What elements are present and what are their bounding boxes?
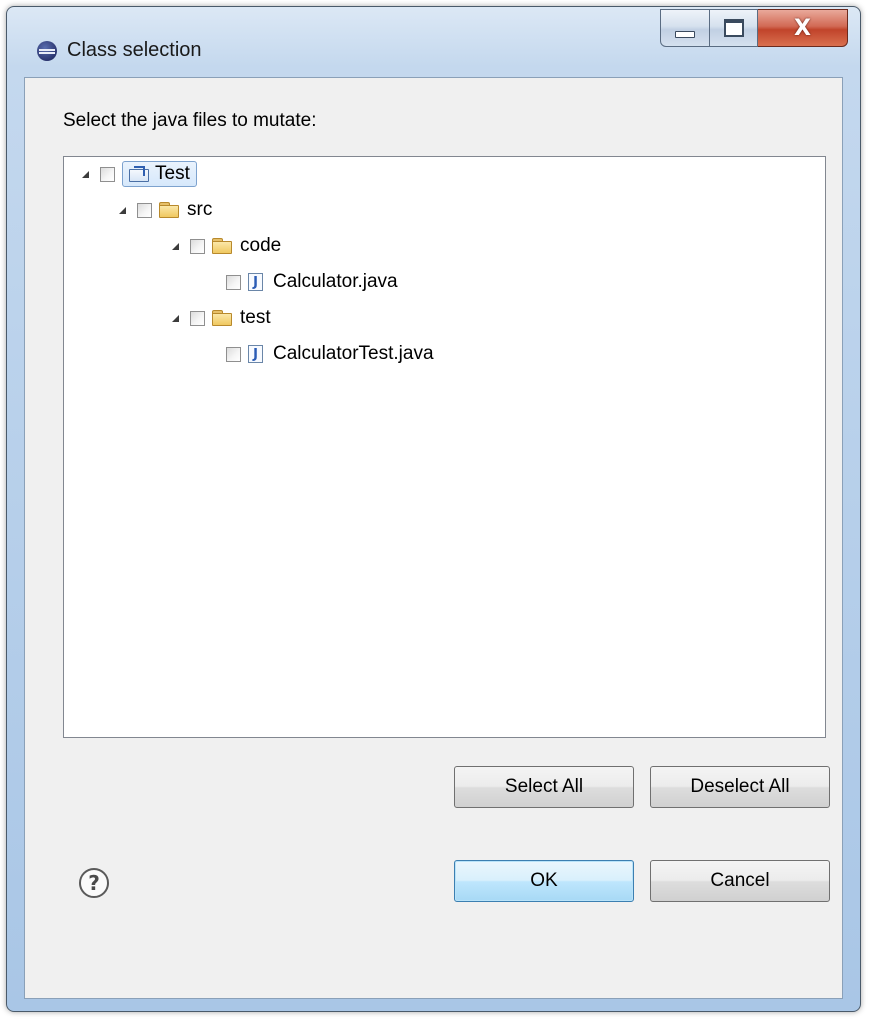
- eclipse-app-icon: [37, 41, 57, 61]
- tree-item-src[interactable]: src: [119, 195, 212, 225]
- folder-icon: [212, 238, 232, 254]
- file-tree[interactable]: Test src code J Calculator.java test J C…: [63, 156, 826, 738]
- close-button[interactable]: X: [758, 9, 848, 47]
- tree-item-label: src: [187, 199, 213, 220]
- checkbox-code[interactable]: [190, 238, 205, 254]
- window-title: Class selection: [67, 39, 202, 61]
- java-file-icon: J: [248, 273, 263, 291]
- tree-item-calculatortest-java[interactable]: J CalculatorTest.java: [208, 339, 434, 369]
- cancel-button[interactable]: Cancel: [650, 860, 830, 902]
- tree-item-label: test: [240, 307, 271, 328]
- minimize-icon: [675, 30, 695, 38]
- select-all-button[interactable]: Select All: [454, 766, 634, 808]
- tree-item-label: code: [240, 235, 282, 256]
- close-icon: X: [794, 15, 811, 41]
- expand-arrow-icon[interactable]: [119, 206, 126, 214]
- title-bar[interactable]: Class selection X: [7, 7, 860, 77]
- tree-item-code[interactable]: code: [172, 231, 281, 261]
- maximize-icon: [723, 19, 744, 37]
- help-icon[interactable]: ?: [79, 868, 109, 898]
- deselect-all-button[interactable]: Deselect All: [650, 766, 830, 808]
- expand-arrow-icon[interactable]: [172, 314, 179, 322]
- tree-item-test-folder[interactable]: test: [172, 303, 271, 333]
- tree-item-selection[interactable]: Test: [122, 161, 197, 187]
- checkbox-calculator-java[interactable]: [226, 274, 241, 290]
- tree-item-calculator-java[interactable]: J Calculator.java: [208, 267, 398, 297]
- expand-arrow-icon[interactable]: [172, 242, 179, 250]
- checkbox-test-folder[interactable]: [190, 310, 205, 326]
- dialog-client-area: Select the java files to mutate: Test sr…: [24, 77, 843, 999]
- checkbox-src[interactable]: [137, 202, 152, 218]
- minimize-button[interactable]: [660, 9, 710, 47]
- tree-item-test-project[interactable]: Test: [82, 159, 197, 189]
- ok-button[interactable]: OK: [454, 860, 634, 902]
- dialog-window: Class selection X Select the java files …: [6, 6, 861, 1012]
- caption-buttons: X: [660, 9, 848, 59]
- checkbox-calculatortest-java[interactable]: [226, 346, 241, 362]
- tree-item-label: Test: [155, 163, 190, 184]
- folder-icon: [212, 310, 232, 326]
- checkbox-test-project[interactable]: [100, 166, 115, 182]
- instruction-label: Select the java files to mutate:: [63, 110, 317, 131]
- expand-arrow-icon[interactable]: [82, 170, 89, 178]
- java-file-icon: J: [248, 345, 263, 363]
- folder-icon: [159, 202, 179, 218]
- project-folder-icon: [129, 166, 149, 182]
- tree-item-label: CalculatorTest.java: [273, 343, 434, 364]
- tree-item-label: Calculator.java: [273, 271, 398, 292]
- maximize-button[interactable]: [710, 9, 758, 47]
